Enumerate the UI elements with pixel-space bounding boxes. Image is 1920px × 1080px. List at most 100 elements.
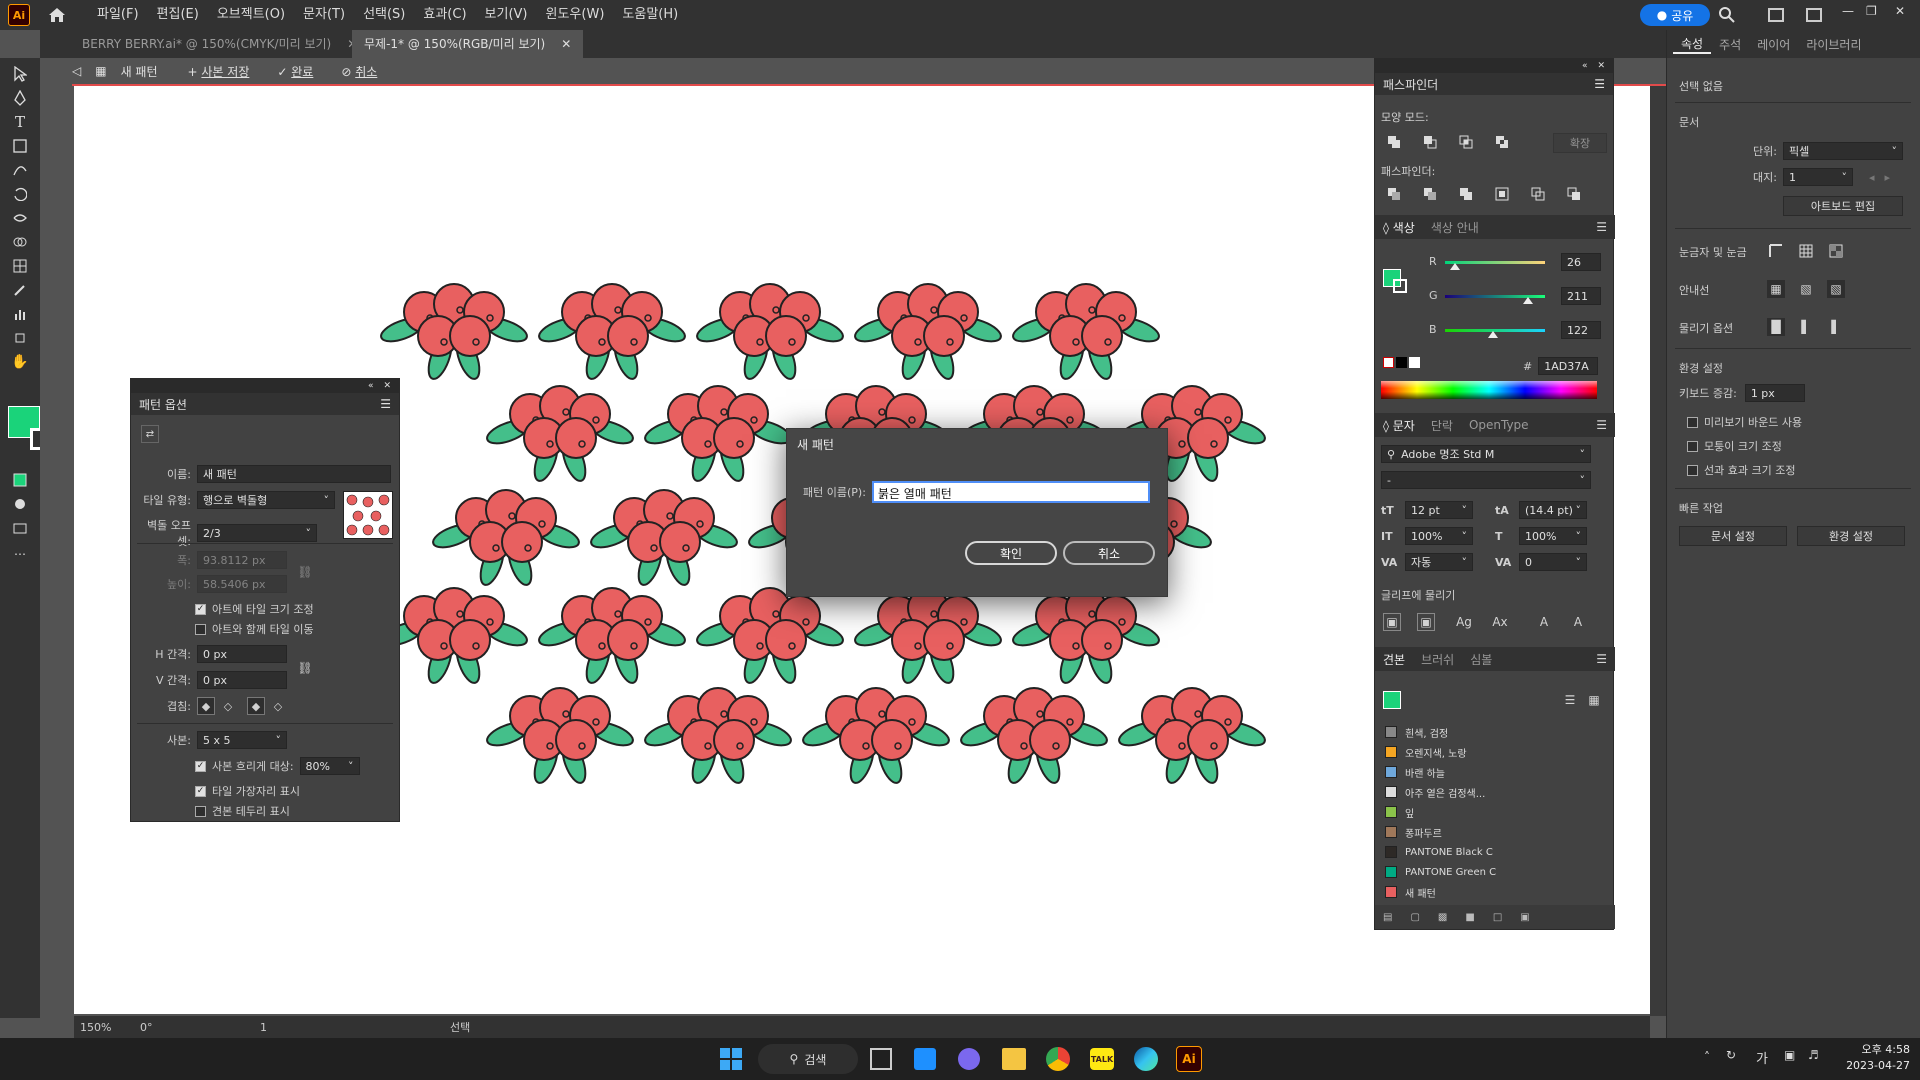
cancel-button[interactable]: 취소	[1063, 541, 1155, 565]
width-tool-icon[interactable]	[10, 208, 30, 228]
color-spectrum[interactable]	[1381, 381, 1597, 399]
tab-color-guide[interactable]: 색상 안내	[1423, 219, 1487, 236]
b-field[interactable]: 122	[1561, 321, 1601, 339]
collapse-icon[interactable]: «	[368, 381, 374, 391]
berry-cluster[interactable]	[852, 587, 1004, 686]
color-mode-icon[interactable]	[10, 470, 30, 490]
menu-item[interactable]: 편집(E)	[148, 0, 208, 30]
overlap-left-icon[interactable]: ◆	[197, 697, 215, 715]
leading-field[interactable]: (14.4 pt) ˅	[1519, 501, 1587, 519]
ok-button[interactable]: 확인	[965, 541, 1057, 565]
panel-menu-icon[interactable]: ☰	[1588, 220, 1615, 234]
exclude-icon[interactable]	[1493, 133, 1511, 151]
snap-glyph-bounds-icon[interactable]: Ag	[1455, 613, 1473, 631]
show-guides-icon[interactable]: ▦	[1767, 280, 1785, 298]
berry-cluster[interactable]	[536, 587, 688, 686]
dim-copies-checkbox[interactable]: ✓	[195, 760, 206, 772]
windows-start-icon[interactable]	[720, 1048, 742, 1070]
pattern-name-field[interactable]: 새 패턴	[197, 465, 391, 483]
pattern-name-input[interactable]: 붉은 열매 패턴	[871, 481, 1150, 503]
eyedropper-icon[interactable]	[10, 280, 30, 300]
shaper-tool-icon[interactable]	[10, 160, 30, 180]
berry-cluster[interactable]	[958, 687, 1110, 786]
h-spacing-field[interactable]: 0 px	[197, 645, 287, 663]
document-setup-button[interactable]: 문서 설정	[1679, 526, 1787, 546]
swatch-fill-icon[interactable]	[1383, 691, 1401, 709]
snap-xheight-icon[interactable]: ▣	[1417, 613, 1435, 631]
keyboard-increment-field[interactable]: 1 px	[1744, 384, 1805, 402]
show-tile-edge-checkbox[interactable]: ✓	[195, 785, 206, 797]
menu-item[interactable]: 오브젝트(O)	[208, 0, 294, 30]
lock-guides-icon[interactable]: ▧	[1797, 280, 1815, 298]
swatch-item[interactable]: 잎	[1385, 803, 1414, 821]
edit-artboard-button[interactable]: 아트보드 편집	[1783, 196, 1903, 216]
edge-icon[interactable]	[1134, 1047, 1158, 1071]
font-family-select[interactable]: ⚲ Adobe 명조 Std M ˅	[1381, 445, 1591, 463]
grid-icon[interactable]	[1797, 242, 1815, 260]
artboard-number[interactable]: 1	[260, 1021, 300, 1034]
preferences-button[interactable]: 환경 설정	[1797, 526, 1905, 546]
snap-to-grid-icon[interactable]: ▌	[1827, 318, 1845, 336]
tab-symbols[interactable]: 심볼	[1462, 651, 1500, 668]
snap-to-pixel-icon[interactable]: ▌	[1797, 318, 1815, 336]
volume-icon[interactable]: ♬	[1808, 1048, 1819, 1062]
link-spacing-icon[interactable]: ⛓	[296, 659, 314, 677]
chrome-icon[interactable]	[1046, 1047, 1070, 1071]
tile-tool-icon[interactable]: ⇄	[141, 425, 159, 443]
trim-icon[interactable]	[1421, 185, 1439, 203]
new-swatch-icon[interactable]: □	[1493, 912, 1502, 923]
berry-cluster[interactable]	[484, 687, 636, 786]
swatch-library-icon[interactable]: ▤	[1383, 912, 1392, 923]
artboard-select[interactable]: 1 ˅	[1783, 168, 1853, 186]
v-spacing-field[interactable]: 0 px	[197, 671, 287, 689]
tab-berry-berry[interactable]: BERRY BERRY.ai* @ 150%(CMYK/미리 보기)✕	[70, 30, 369, 58]
size-tile-checkbox[interactable]: ✓	[195, 603, 206, 615]
collapse-dock-icon[interactable]: «	[1582, 61, 1588, 71]
hex-field[interactable]: 1AD37A	[1538, 357, 1599, 375]
divide-icon[interactable]	[1385, 185, 1403, 203]
tab-libraries[interactable]: 라이브러리	[1798, 36, 1869, 53]
overlap-right-icon[interactable]: ◇	[219, 697, 237, 715]
graph-tool-icon[interactable]	[10, 304, 30, 324]
home-icon[interactable]	[46, 4, 68, 26]
tab-swatches[interactable]: 견본	[1375, 651, 1413, 668]
none-black-white-swatches[interactable]	[1383, 357, 1423, 369]
scale-corners-checkbox[interactable]	[1687, 440, 1698, 452]
tab-paragraph[interactable]: 단락	[1423, 417, 1461, 434]
cancel-pattern-button[interactable]: ⊘ 취소	[341, 63, 391, 80]
task-view-icon[interactable]	[870, 1048, 892, 1070]
back-arrow-icon[interactable]: ◁	[72, 64, 81, 78]
prev-artboard-icon[interactable]: ◂	[1869, 171, 1875, 184]
swatch-item[interactable]: 새 패턴	[1385, 883, 1436, 901]
berry-cluster[interactable]	[1010, 283, 1162, 382]
berry-cluster[interactable]	[1010, 587, 1162, 686]
berry-cluster[interactable]	[642, 687, 794, 786]
menu-item[interactable]: 도움말(H)	[613, 0, 687, 30]
rectangle-tool-icon[interactable]	[10, 136, 30, 156]
b-slider-thumb[interactable]	[1487, 331, 1498, 338]
vertical-scale-field[interactable]: 100% ˅	[1405, 527, 1473, 545]
teams-chat-icon[interactable]	[958, 1048, 980, 1070]
arrange-icon[interactable]	[1806, 8, 1822, 22]
restore-icon[interactable]: ❐	[1866, 4, 1882, 24]
share-button[interactable]: ● 공유	[1640, 4, 1710, 26]
g-field[interactable]: 211	[1561, 287, 1601, 305]
tracking-field[interactable]: 0 ˅	[1519, 553, 1587, 571]
preview-bounds-option[interactable]: 미리보기 바운드 사용	[1687, 414, 1802, 430]
merge-icon[interactable]	[1457, 185, 1475, 203]
outline-icon[interactable]	[1529, 185, 1547, 203]
tile-type-select[interactable]: 행으로 벽돌형 ˅	[197, 491, 335, 509]
minus-front-icon[interactable]	[1421, 133, 1439, 151]
panel-menu-icon[interactable]: ☰	[1588, 418, 1615, 432]
berry-cluster[interactable]	[588, 489, 740, 588]
berry-cluster[interactable]	[852, 283, 1004, 382]
tab-untitled-1[interactable]: 무제-1* @ 150%(RGB/미리 보기) ✕	[352, 30, 584, 58]
copies-select[interactable]: 5 x 5 ˅	[197, 731, 287, 749]
close-window-icon[interactable]: ✕	[1895, 4, 1911, 24]
close-tab-icon[interactable]: ✕	[561, 37, 571, 51]
vertical-scrollbar[interactable]	[1650, 86, 1666, 1016]
widgets-icon[interactable]	[914, 1048, 936, 1070]
menu-item[interactable]: 문자(T)	[294, 0, 354, 30]
type-tool-icon[interactable]: T	[10, 112, 30, 132]
overlap-top-icon[interactable]: ◆	[247, 697, 265, 715]
